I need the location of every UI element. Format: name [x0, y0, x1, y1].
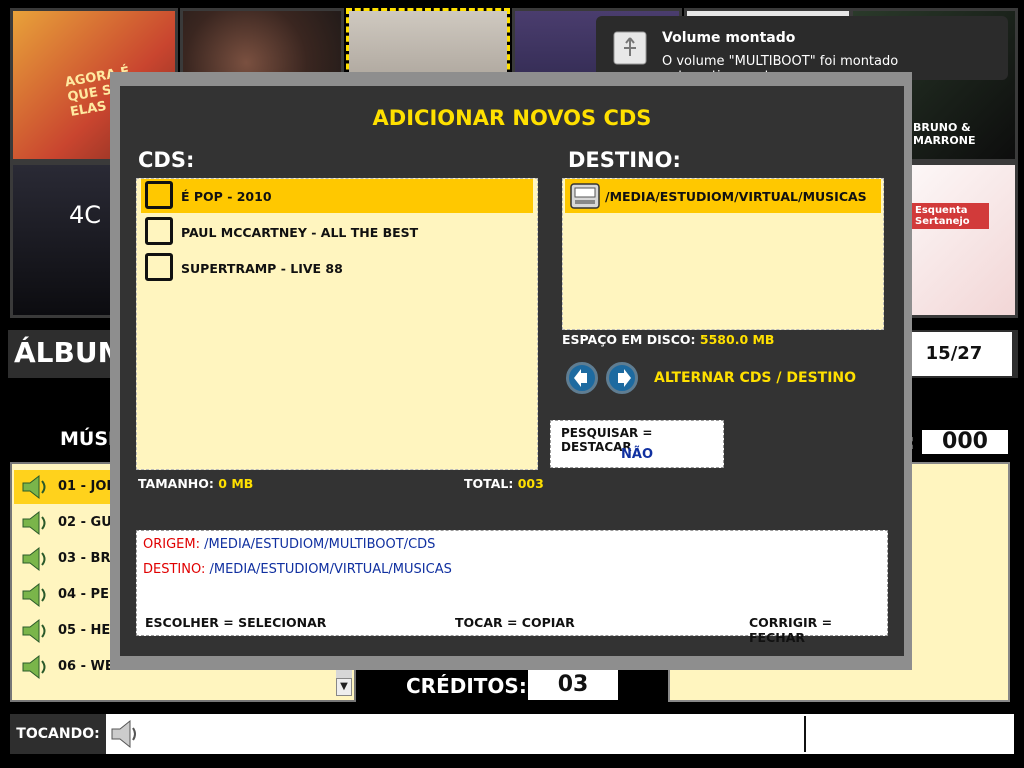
song-counter: 000	[922, 430, 1008, 454]
cds-list[interactable]: É POP - 2010 PAUL MCCARTNEY - ALL THE BE…	[136, 178, 538, 470]
next-button[interactable]	[606, 362, 638, 394]
search-highlight-box: PESQUISAR = DESTACAR NÃO	[550, 420, 724, 468]
usb-drive-icon	[613, 31, 647, 65]
dest-value: /MEDIA/ESTUDIOM/VIRTUAL/MUSICAS	[209, 562, 452, 577]
album-page-counter: 15/27	[896, 332, 1012, 376]
cd-item-2[interactable]: PAUL MCCARTNEY - ALL THE BEST	[141, 215, 533, 249]
arrow-left-icon	[574, 369, 587, 387]
cds-label: CDS:	[138, 148, 195, 172]
destination-item-1[interactable]: /MEDIA/ESTUDIOM/VIRTUAL/MUSICAS	[565, 179, 881, 213]
notification-title: Volume montado	[662, 30, 796, 46]
total-value: 003	[517, 476, 544, 491]
dialog-title: ADICIONAR NOVOS CDS	[372, 106, 652, 130]
speaker-icon	[22, 546, 46, 572]
dest-label: DESTINO:	[143, 562, 206, 577]
speaker-icon	[22, 654, 46, 680]
size-label: TAMANHO:	[138, 476, 214, 491]
origin-label: ORIGEM:	[143, 537, 200, 552]
speaker-icon	[22, 582, 46, 608]
legend-select: ESCOLHER = SELECIONAR	[145, 615, 327, 630]
album-cover-8-title: Esquenta Sertanejo	[911, 203, 989, 229]
add-cds-dialog: ADICIONAR NOVOS CDS CDS: DESTINO: É POP …	[110, 72, 912, 670]
total-label: TOTAL:	[464, 476, 514, 491]
search-value: NÃO	[621, 447, 653, 462]
cd-item-1-checkbox[interactable]	[145, 181, 173, 209]
speaker-icon	[22, 474, 46, 500]
disk-space-label: ESPAÇO EM DISCO:	[562, 332, 696, 347]
cd-item-2-label: PAUL MCCARTNEY - ALL THE BEST	[181, 225, 419, 240]
cd-item-1[interactable]: É POP - 2010	[141, 179, 533, 213]
arrow-right-icon	[618, 369, 631, 387]
toggle-label: ALTERNAR CDS / DESTINO	[654, 370, 857, 386]
cd-item-2-checkbox[interactable]	[145, 217, 173, 245]
tocando-label: TOCANDO:	[10, 714, 106, 754]
hard-drive-icon	[570, 183, 600, 209]
musicas-label: MÚSI	[60, 428, 116, 450]
dest-line: DESTINO: /MEDIA/ESTUDIOM/VIRTUAL/MUSICAS	[143, 562, 452, 577]
cd-item-3-checkbox[interactable]	[145, 253, 173, 281]
size-value: 0 MB	[218, 476, 254, 491]
speaker-icon	[22, 618, 46, 644]
origin-value: /MEDIA/ESTUDIOM/MULTIBOOT/CDS	[204, 537, 436, 552]
scroll-down-arrow-icon[interactable]: ▼	[336, 678, 352, 696]
origin-line: ORIGEM: /MEDIA/ESTUDIOM/MULTIBOOT/CDS	[143, 537, 435, 552]
creditos-value: 03	[528, 670, 618, 700]
now-playing-bar: TOCANDO:	[10, 714, 1014, 754]
size-info: TAMANHO: 0 MB	[138, 476, 253, 491]
disk-space: ESPAÇO EM DISCO: 5580.0 MB	[562, 332, 774, 347]
destination-item-1-label: /MEDIA/ESTUDIOM/VIRTUAL/MUSICAS	[605, 189, 867, 204]
cd-item-3-label: SUPERTRAMP - LIVE 88	[181, 261, 343, 276]
dialog-body: ADICIONAR NOVOS CDS CDS: DESTINO: É POP …	[120, 86, 904, 656]
legend-close: CORRIGIR = FECHAR	[749, 615, 833, 645]
speaker-icon	[22, 510, 46, 536]
total-info: TOTAL: 003	[464, 476, 544, 491]
previous-button[interactable]	[566, 362, 598, 394]
destination-list[interactable]: /MEDIA/ESTUDIOM/VIRTUAL/MUSICAS	[562, 178, 884, 330]
legend-copy: TOCAR = COPIAR	[455, 615, 575, 630]
cd-item-3[interactable]: SUPERTRAMP - LIVE 88	[141, 251, 533, 285]
volume-speaker-icon	[111, 719, 136, 749]
playback-cursor	[804, 716, 806, 752]
album-cover-7-title: 4C	[69, 201, 102, 229]
destino-label: DESTINO:	[568, 148, 681, 172]
disk-space-value: 5580.0 MB	[699, 332, 775, 347]
path-info-box: ORIGEM: /MEDIA/ESTUDIOM/MULTIBOOT/CDS DE…	[136, 530, 888, 645]
volume-mounted-notification[interactable]: Volume montado O volume "MULTIBOOT" foi …	[596, 16, 1008, 84]
cd-item-1-label: É POP - 2010	[181, 189, 272, 204]
creditos-label: CRÉDITOS:	[406, 674, 527, 698]
album-cover-6-title: BRUNO & MARRONE	[913, 121, 976, 147]
